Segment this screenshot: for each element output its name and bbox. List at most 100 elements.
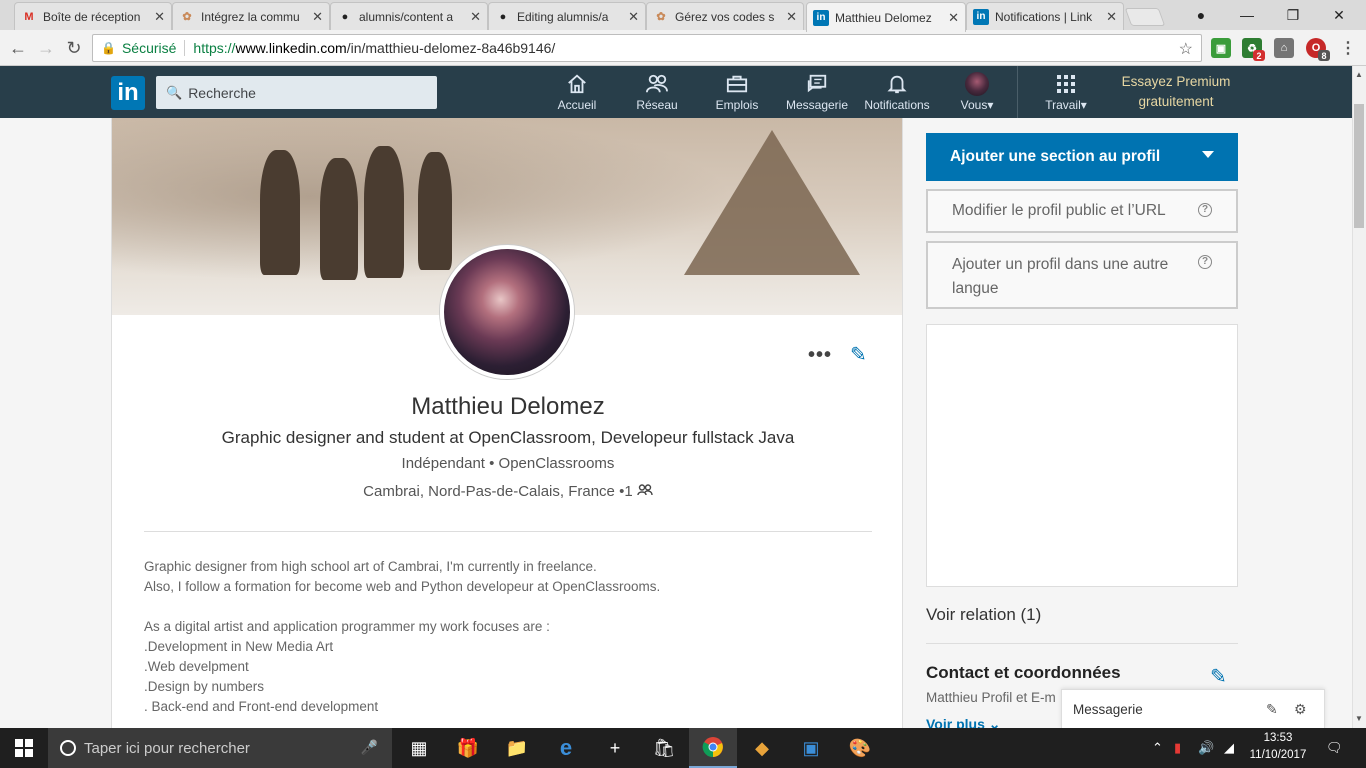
compose-icon[interactable]: ✎ — [1266, 701, 1278, 718]
tray-chevron-icon[interactable]: ⌃ — [1152, 740, 1163, 756]
paint-app-icon[interactable]: 🎨 — [836, 728, 884, 768]
windows-taskbar: Taper ici pour rechercher 🎤 ▦ 🎁 📁 e + 🛍 … — [0, 728, 1366, 768]
close-tab-icon[interactable]: ✕ — [154, 9, 165, 25]
close-tab-icon[interactable]: ✕ — [470, 9, 481, 25]
connections-icon[interactable] — [637, 483, 653, 500]
banner-figure — [320, 158, 358, 280]
nav-item-travail[interactable]: Travail▾ — [1026, 72, 1106, 116]
help-icon[interactable]: ? — [1198, 203, 1212, 217]
profile-location: Cambrai, Nord-Pas-de-Calais, France •1 — [112, 483, 902, 500]
nav-item-accueil[interactable]: Accueil — [537, 72, 617, 116]
menu-icon[interactable]: ⋮ — [1338, 38, 1358, 58]
maximize-button[interactable]: ❐ — [1270, 0, 1316, 30]
close-tab-icon[interactable]: ✕ — [312, 9, 323, 25]
cortana-icon — [60, 740, 76, 756]
more-options-icon[interactable]: ••• — [808, 344, 832, 367]
clock-date: 11/10/2017 — [1249, 749, 1307, 761]
tray-app-icon[interactable]: ▮ — [1174, 740, 1181, 756]
tab-github-2[interactable]: ● Editing alumnis/a ✕ — [488, 2, 646, 30]
linkedin-logo[interactable]: in — [111, 76, 145, 110]
location-text: Cambrai, Nord-Pas-de-Calais, France — [363, 483, 615, 500]
add-language-line1: Ajouter un profil dans une autre — [952, 256, 1169, 273]
profile-company[interactable]: Indépendant • OpenClassrooms — [112, 455, 902, 472]
add-language-profile-button[interactable]: Ajouter un profil dans une autre langue … — [926, 241, 1238, 309]
edge-browser-icon[interactable]: e — [542, 728, 590, 768]
wifi-icon[interactable]: ◢ — [1224, 740, 1234, 756]
divider — [926, 643, 1238, 644]
tab-linkedin-notifications[interactable]: in Notifications | Link ✕ — [966, 2, 1124, 30]
add-section-label: Ajouter une section au profil — [950, 148, 1161, 165]
microphone-icon[interactable]: 🎤 — [361, 739, 378, 756]
close-window-button[interactable]: ✕ — [1316, 0, 1362, 30]
browser-toolbar: ← → ↻ 🔒 Sécurisé https://www.linkedin.co… — [0, 30, 1366, 66]
add-profile-section-button[interactable]: Ajouter une section au profil — [926, 133, 1238, 181]
help-icon[interactable]: ? — [1198, 255, 1212, 269]
banner-figure — [418, 152, 452, 270]
clock-time: 13:53 — [1263, 732, 1293, 744]
windows-start-button[interactable] — [0, 728, 48, 768]
summary-line: Also, I follow a formation for become we… — [144, 579, 661, 594]
store-app-icon[interactable]: 🛍 — [640, 728, 688, 768]
linkedin-navbar: in 🔍 Recherche Accueil Réseau Emplois Me… — [0, 66, 1352, 118]
system-clock[interactable]: 13:53 11/10/2017 — [1246, 730, 1310, 764]
nav-item-vous[interactable]: Vous▾ — [937, 72, 1017, 116]
git-app-icon[interactable]: ◆ — [738, 728, 786, 768]
profile-card: ••• ✎ Matthieu Delomez Graphic designer … — [111, 118, 903, 728]
tab-linkedin-profile[interactable]: in Matthieu Delomez ✕ — [806, 2, 966, 32]
home-icon — [537, 72, 617, 96]
back-button[interactable]: ← — [6, 36, 30, 60]
new-tab-button[interactable] — [1124, 8, 1166, 26]
tab-openclassrooms-1[interactable]: ✿ Intégrez la commu ✕ — [172, 2, 330, 30]
address-bar[interactable]: 🔒 Sécurisé https://www.linkedin.com/in/m… — [92, 34, 1202, 62]
scrollbar-thumb[interactable] — [1354, 104, 1364, 228]
ad-placeholder — [926, 324, 1238, 587]
contact-summary: Matthieu Profil et E-m — [926, 690, 1056, 705]
tab-openclassrooms-2[interactable]: ✿ Gérez vos codes s ✕ — [646, 2, 804, 30]
tab-github-1[interactable]: ● alumnis/content a ✕ — [330, 2, 488, 30]
edit-public-label: Modifier le profil public et l’URL — [952, 202, 1166, 219]
plus-app-icon[interactable]: + — [591, 728, 639, 768]
summary-line: .Development in New Media Art — [144, 639, 334, 654]
close-tab-icon[interactable]: ✕ — [786, 9, 797, 25]
taskbar-search-placeholder: Taper ici pour rechercher — [84, 739, 250, 757]
scroll-up-icon[interactable]: ▲ — [1352, 68, 1366, 82]
app-icon[interactable]: ▣ — [787, 728, 835, 768]
close-tab-icon[interactable]: ✕ — [628, 9, 639, 25]
notifications-center-icon[interactable]: 🗨 — [1326, 740, 1343, 756]
nav-item-messagerie[interactable]: Messagerie — [777, 72, 857, 116]
calendar-app-icon[interactable]: ▦ — [395, 728, 443, 768]
reload-button[interactable]: ↻ — [62, 36, 86, 60]
network-icon — [617, 72, 697, 96]
volume-icon[interactable]: 🔊 — [1198, 740, 1214, 756]
close-tab-icon[interactable]: ✕ — [948, 10, 959, 26]
nav-item-notifications[interactable]: Notifications — [857, 72, 937, 116]
caret-down-icon: ▾ — [987, 98, 994, 112]
forward-button[interactable]: → — [34, 36, 58, 60]
extension-icon[interactable]: ⌂ — [1274, 38, 1294, 58]
extension-icon[interactable]: ▣ — [1211, 38, 1231, 58]
taskbar-search-input[interactable]: Taper ici pour rechercher 🎤 — [48, 728, 392, 768]
minimize-button[interactable]: — — [1224, 0, 1270, 30]
close-tab-icon[interactable]: ✕ — [1106, 9, 1117, 25]
search-input[interactable]: 🔍 Recherche — [156, 76, 437, 109]
scroll-down-icon[interactable]: ▼ — [1352, 712, 1366, 726]
premium-line1: Essayez Premium — [1121, 74, 1231, 89]
divider — [144, 531, 872, 532]
bookmark-star-icon[interactable]: ☆ — [1179, 39, 1193, 59]
edit-pencil-icon[interactable]: ✎ — [1210, 664, 1227, 689]
gift-app-icon[interactable]: 🎁 — [444, 728, 492, 768]
profile-icon[interactable]: ● — [1178, 0, 1224, 30]
profile-photo[interactable] — [440, 245, 574, 379]
edit-pencil-icon[interactable]: ✎ — [850, 342, 867, 367]
messaging-overlay[interactable]: Messagerie ✎ ⚙ — [1061, 689, 1325, 729]
chrome-app-icon[interactable] — [689, 728, 737, 768]
nav-item-emplois[interactable]: Emplois — [697, 72, 777, 116]
file-explorer-icon[interactable]: 📁 — [493, 728, 541, 768]
tab-gmail[interactable]: M Boîte de réception ✕ — [14, 2, 172, 30]
see-relations-link[interactable]: Voir relation (1) — [926, 605, 1041, 625]
connections-count[interactable]: •1 — [619, 483, 633, 500]
edit-public-profile-button[interactable]: Modifier le profil public et l’URL ? — [926, 189, 1238, 233]
premium-link[interactable]: Essayez Premium gratuitement — [1108, 72, 1244, 112]
nav-item-reseau[interactable]: Réseau — [617, 72, 697, 116]
gear-icon[interactable]: ⚙ — [1294, 701, 1307, 718]
